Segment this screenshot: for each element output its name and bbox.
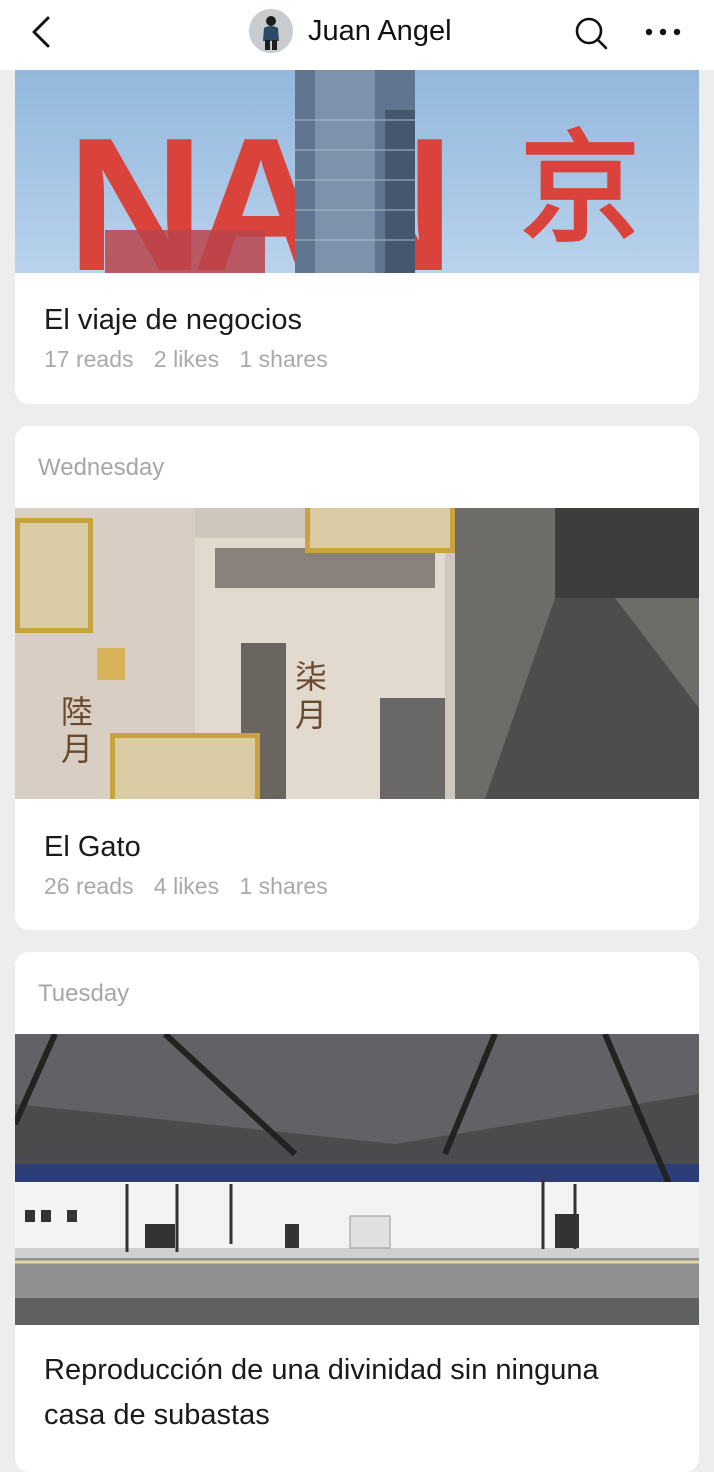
image-char: 柒 bbox=[295, 658, 327, 696]
article-card[interactable]: NAN 京 El viaje de negocios 17 reads 2 li… bbox=[15, 40, 699, 404]
image-char: 月 bbox=[295, 696, 327, 734]
article-card[interactable]: Wednesday 陸 月 柒 月 El Gato 26 reads 4 lik… bbox=[15, 426, 699, 930]
article-title[interactable]: El viaje de negocios bbox=[44, 298, 664, 343]
image-char: 陸 bbox=[61, 693, 93, 731]
article-card[interactable]: Tuesday Reproducción de una divinidad si… bbox=[15, 952, 699, 1472]
article-cover-image[interactable]: NAN 京 bbox=[15, 40, 699, 273]
shares-count: 1 shares bbox=[239, 346, 328, 372]
article-cover-image[interactable] bbox=[15, 1034, 699, 1325]
likes-count: 2 likes bbox=[153, 346, 220, 372]
article-stats: 26 reads 4 likes 1 shares bbox=[44, 873, 342, 900]
back-arrow-icon[interactable] bbox=[24, 12, 64, 52]
article-title[interactable]: Reproducción de una divinidad sin ningun… bbox=[44, 1348, 664, 1438]
avatar[interactable] bbox=[249, 9, 293, 53]
article-day: Tuesday bbox=[38, 980, 130, 1007]
banner-chinese-text: 京 bbox=[520, 118, 640, 259]
article-title[interactable]: El Gato bbox=[44, 825, 664, 870]
reads-count: 26 reads bbox=[44, 873, 134, 899]
more-options-icon[interactable] bbox=[640, 14, 686, 50]
search-icon[interactable] bbox=[570, 12, 612, 54]
article-cover-image[interactable]: 陸 月 柒 月 bbox=[15, 508, 699, 799]
shares-count: 1 shares bbox=[239, 873, 328, 899]
top-bar: Juan Angel bbox=[0, 0, 714, 70]
author-name[interactable]: Juan Angel bbox=[308, 14, 452, 48]
reads-count: 17 reads bbox=[44, 346, 134, 372]
article-stats: 17 reads 2 likes 1 shares bbox=[44, 346, 342, 373]
likes-count: 4 likes bbox=[153, 873, 220, 899]
article-day: Wednesday bbox=[38, 454, 165, 481]
image-char: 月 bbox=[61, 730, 93, 768]
